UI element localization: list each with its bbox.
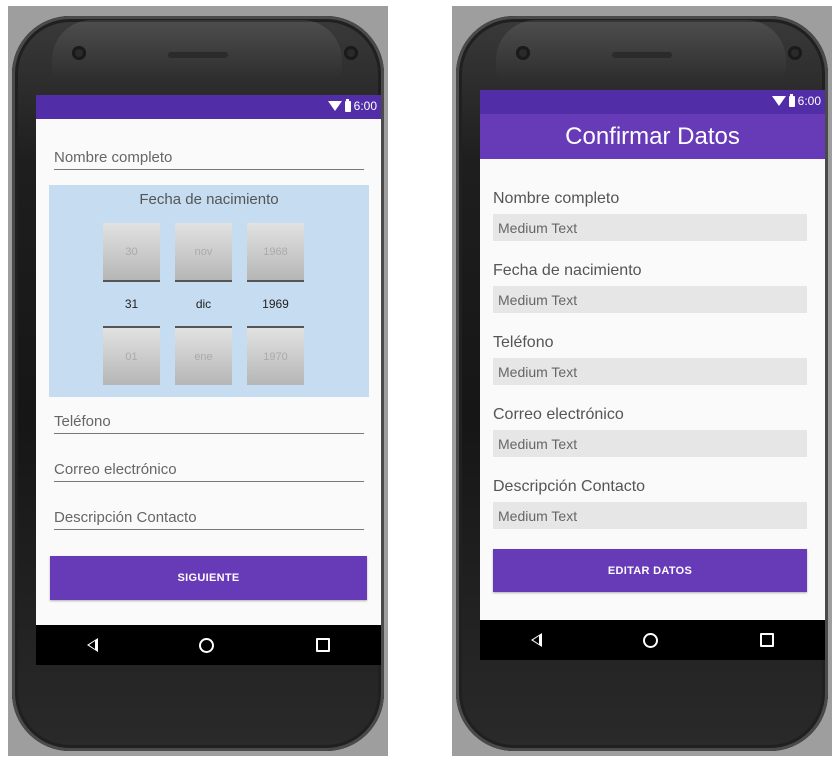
year-value[interactable]: 1969 xyxy=(247,282,304,326)
date-picker-title: Fecha de nacimiento xyxy=(139,191,279,208)
form-screen: 6:00 Nombre completo Fecha de nacimiento… xyxy=(36,95,381,665)
year-column: 1968 1969 1970 xyxy=(247,223,304,385)
home-icon[interactable] xyxy=(199,637,215,653)
year-next-button[interactable]: 1970 xyxy=(247,326,304,385)
sensor-icon xyxy=(788,46,802,60)
right-phone-frame: 6:00 Confirmar Datos Nombre completo Med… xyxy=(452,6,832,756)
name-input[interactable]: Nombre completo xyxy=(54,149,364,170)
description-input[interactable]: Descripción Contacto xyxy=(54,509,364,530)
month-value[interactable]: dic xyxy=(175,282,232,326)
phone-value: Medium Text xyxy=(493,358,807,385)
day-next-button[interactable]: 01 xyxy=(103,326,160,385)
navigation-bar xyxy=(36,625,381,665)
status-bar: 6:00 xyxy=(480,90,825,114)
recents-icon[interactable] xyxy=(760,633,775,647)
name-value: Medium Text xyxy=(493,214,807,241)
phone-gloss xyxy=(496,20,786,80)
edit-data-button[interactable]: EDITAR DATOS xyxy=(493,549,807,592)
email-label: Correo electrónico xyxy=(493,406,624,423)
back-icon[interactable] xyxy=(530,633,542,647)
left-phone-frame: 6:00 Nombre completo Fecha de nacimiento… xyxy=(8,6,388,756)
birthdate-value: Medium Text xyxy=(493,286,807,313)
status-time: 6:00 xyxy=(353,99,377,113)
month-next-button[interactable]: ene xyxy=(175,326,232,385)
description-label: Descripción Contacto xyxy=(493,478,646,495)
camera-icon xyxy=(72,46,86,60)
battery-icon xyxy=(788,93,795,107)
year-prev-button[interactable]: 1968 xyxy=(247,223,304,282)
home-icon[interactable] xyxy=(643,632,659,648)
month-column: nov dic ene xyxy=(175,223,232,385)
earpiece xyxy=(168,52,228,58)
next-button[interactable]: SIGUIENTE xyxy=(50,556,367,600)
email-input[interactable]: Correo electrónico xyxy=(54,461,364,482)
phone-label: Teléfono xyxy=(493,334,554,351)
back-icon[interactable] xyxy=(86,638,98,652)
phone-gloss xyxy=(52,20,342,80)
page-title: Confirmar Datos xyxy=(480,114,825,159)
wifi-icon xyxy=(771,96,786,106)
day-value[interactable]: 31 xyxy=(103,282,160,326)
day-column: 30 31 01 xyxy=(103,223,160,385)
earpiece xyxy=(612,52,672,58)
battery-icon xyxy=(344,98,351,112)
day-prev-button[interactable]: 30 xyxy=(103,223,160,282)
navigation-bar xyxy=(480,620,825,660)
name-label: Nombre completo xyxy=(493,190,620,207)
sensor-icon xyxy=(344,46,358,60)
month-prev-button[interactable]: nov xyxy=(175,223,232,282)
camera-icon xyxy=(516,46,530,60)
wifi-icon xyxy=(327,101,342,111)
phone-input[interactable]: Teléfono xyxy=(54,413,364,434)
status-bar: 6:00 xyxy=(36,95,381,119)
email-value: Medium Text xyxy=(493,430,807,457)
date-picker: Fecha de nacimiento 30 31 01 nov dic ene… xyxy=(49,185,369,397)
birthdate-label: Fecha de nacimiento xyxy=(493,262,642,279)
confirm-screen: 6:00 Confirmar Datos Nombre completo Med… xyxy=(480,90,825,660)
description-value: Medium Text xyxy=(493,502,807,529)
recents-icon[interactable] xyxy=(316,638,331,652)
status-time: 6:00 xyxy=(797,94,821,108)
